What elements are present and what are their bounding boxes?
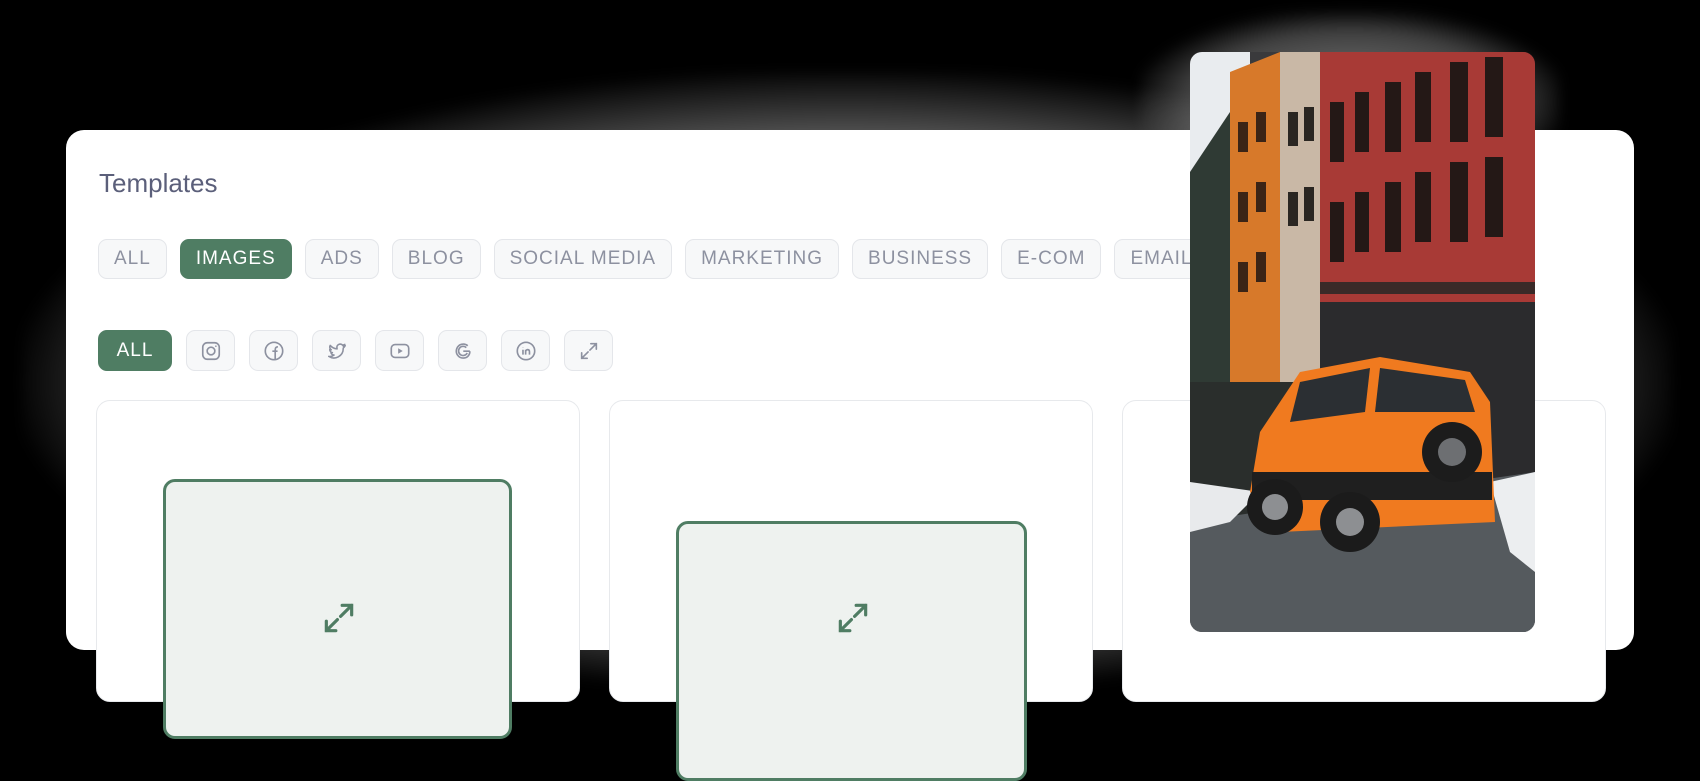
category-chip-business[interactable]: BUSINESS [852, 239, 989, 279]
platform-chip-expand[interactable] [564, 330, 613, 371]
instagram-icon [201, 341, 220, 360]
youtube-icon [389, 343, 410, 358]
category-chip-marketing[interactable]: MARKETING [685, 239, 840, 279]
platform-chip-google[interactable] [438, 330, 487, 371]
category-chip-images[interactable]: IMAGES [179, 239, 292, 279]
platform-filter-row: ALL [98, 330, 613, 371]
street-scene-image [1190, 52, 1535, 632]
category-chip-e-com[interactable]: E-COM [1001, 239, 1102, 279]
page-title: Templates [99, 168, 218, 198]
platform-chip-instagram[interactable] [186, 330, 235, 371]
category-chip-all[interactable]: ALL [98, 239, 167, 279]
street-car-photo [1190, 52, 1535, 632]
template-thumbnail [163, 479, 512, 739]
template-card[interactable] [96, 400, 580, 739]
platform-chip-youtube[interactable] [375, 330, 424, 371]
facebook-icon [263, 340, 284, 361]
template-card[interactable] [609, 400, 1093, 781]
platform-chip-all[interactable]: ALL [98, 330, 172, 371]
twitter-icon [327, 342, 346, 359]
linkedin-icon [515, 340, 536, 361]
template-thumbnail [676, 521, 1027, 781]
platform-chip-facebook[interactable] [249, 330, 298, 371]
platform-chip-linkedin[interactable] [501, 330, 550, 371]
expand-icon [324, 603, 354, 633]
platform-chip-twitter[interactable] [312, 330, 361, 371]
category-filter-row: ALL IMAGES ADS BLOG SOCIAL MEDIA MARKETI… [98, 239, 1209, 279]
expand-icon [838, 603, 868, 633]
category-chip-ads[interactable]: ADS [304, 239, 379, 279]
google-icon [455, 342, 471, 359]
category-chip-social-media[interactable]: SOCIAL MEDIA [493, 239, 673, 279]
expand-icon [580, 342, 597, 359]
category-chip-blog[interactable]: BLOG [391, 239, 481, 279]
